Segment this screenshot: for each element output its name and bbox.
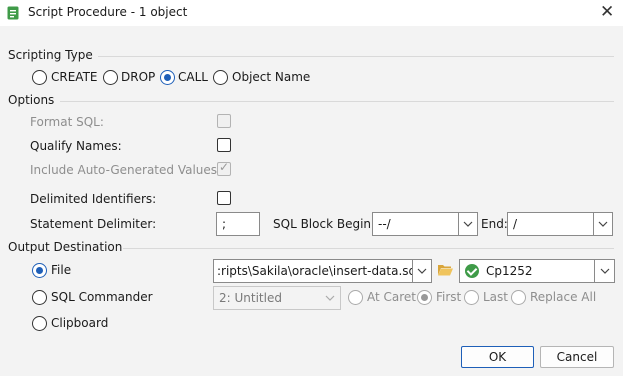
chevron-down-icon (417, 268, 427, 274)
include-auto-generated-checkbox[interactable]: ✓ (217, 160, 231, 176)
end-input[interactable]: / (507, 212, 595, 236)
sql-block-begin-input[interactable]: --/ (372, 212, 460, 236)
call-radio[interactable] (160, 70, 175, 85)
ok-button[interactable]: OK (461, 346, 534, 368)
check-circle-icon (465, 264, 479, 278)
options-heading: Options (8, 93, 55, 107)
at-caret-radio[interactable] (348, 290, 363, 305)
output-destination-separator (123, 248, 614, 249)
clipboard-label: Clipboard (51, 316, 109, 330)
encoding-select[interactable]: Cp1252 (459, 259, 615, 283)
file-label: File (51, 263, 72, 277)
options-separator (60, 101, 614, 102)
scripting-type-heading: Scripting Type (8, 48, 93, 62)
sql-commander-radio[interactable] (32, 290, 47, 305)
delimited-identifiers-checkbox[interactable] (217, 191, 231, 205)
sql-commander-dropdown[interactable] (320, 287, 340, 309)
object-name-label: Object Name (232, 70, 311, 84)
window-title: Script Procedure - 1 object (28, 5, 188, 19)
cancel-button[interactable]: Cancel (540, 346, 614, 368)
drop-label: DROP (121, 70, 156, 84)
qualify-names-checkbox[interactable] (217, 138, 231, 152)
end-dropdown[interactable] (593, 212, 613, 236)
create-radio[interactable] (32, 70, 47, 85)
chevron-down-icon (325, 295, 335, 301)
qualify-names-label: Qualify Names: (30, 139, 122, 153)
sql-commander-label: SQL Commander (51, 290, 153, 304)
encoding-dropdown[interactable] (594, 260, 614, 282)
file-path-input[interactable]: :ripts\Sakila\oracle\insert-data.sql (213, 259, 413, 283)
folder-open-icon[interactable] (437, 263, 454, 277)
format-sql-label: Format SQL: (30, 115, 104, 129)
file-path-dropdown[interactable] (412, 259, 432, 283)
statement-delimiter-input[interactable]: ; (216, 212, 260, 236)
object-name-radio[interactable] (213, 70, 228, 85)
chevron-down-icon (598, 221, 608, 227)
sql-script-icon (7, 6, 19, 20)
chevron-down-icon (463, 221, 473, 227)
output-destination-heading: Output Destination (8, 240, 123, 254)
at-caret-label: At Caret (367, 290, 417, 304)
last-label: Last (483, 290, 508, 304)
statement-delimiter-label: Statement Delimiter: (30, 217, 157, 231)
close-icon[interactable]: ✕ (600, 2, 614, 22)
first-radio[interactable] (417, 290, 432, 305)
create-label: CREATE (51, 70, 98, 84)
first-label: First (436, 290, 462, 304)
include-auto-generated-label: Include Auto-Generated Values: (30, 163, 222, 177)
call-label: CALL (178, 70, 208, 84)
scripting-type-separator (98, 56, 614, 57)
chevron-down-icon (600, 268, 609, 274)
format-sql-checkbox[interactable] (217, 114, 231, 128)
sql-block-begin-dropdown[interactable] (458, 212, 478, 236)
encoding-value: Cp1252 (486, 264, 533, 278)
last-radio[interactable] (464, 290, 479, 305)
file-radio[interactable] (32, 263, 47, 278)
delimited-identifiers-label: Delimited Identifiers: (30, 192, 157, 206)
replace-all-radio[interactable] (511, 290, 526, 305)
drop-radio[interactable] (103, 70, 118, 85)
clipboard-radio[interactable] (32, 316, 47, 331)
end-label: End: (481, 217, 508, 231)
replace-all-label: Replace All (530, 290, 597, 304)
sql-block-begin-label: SQL Block Begin: (273, 217, 376, 231)
